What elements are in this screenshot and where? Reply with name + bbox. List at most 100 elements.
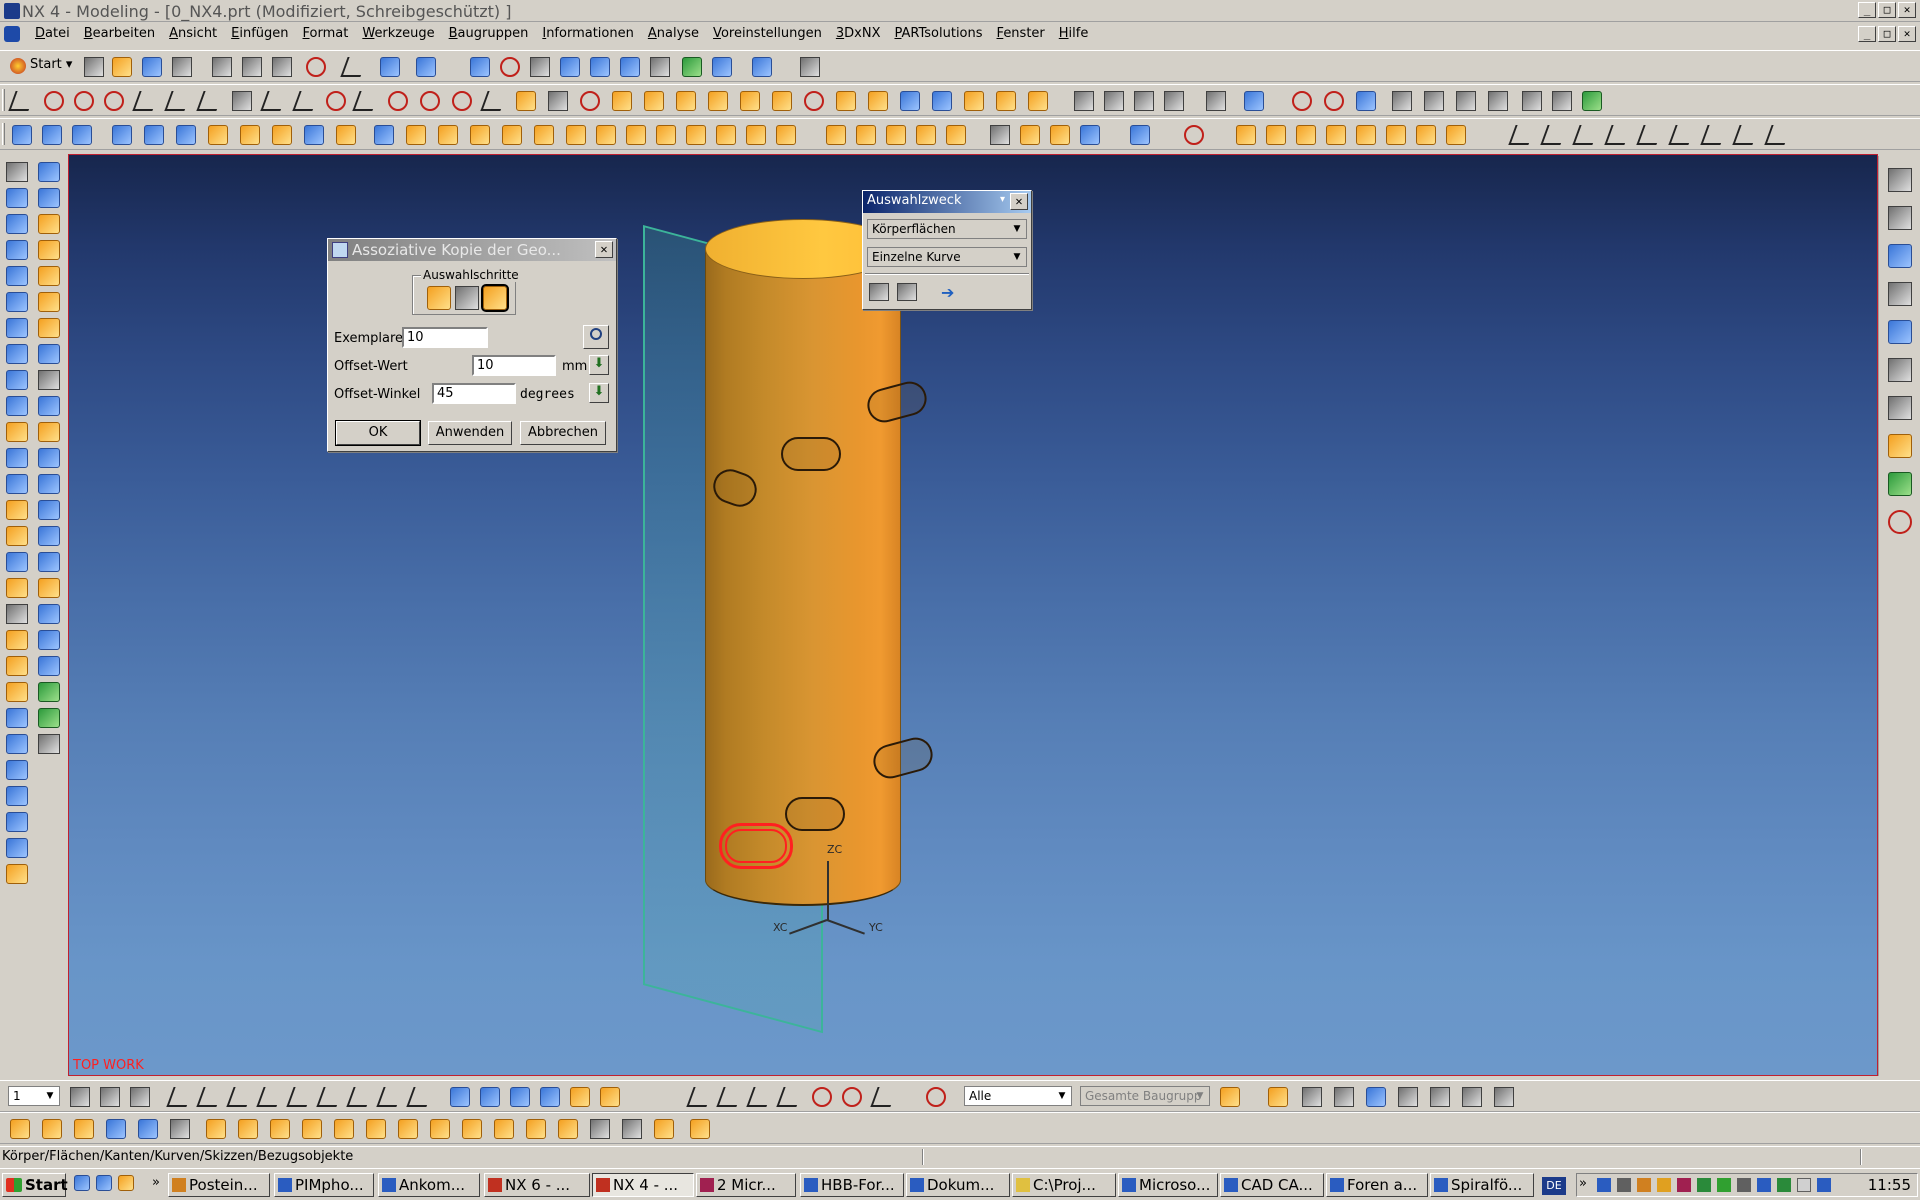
- sphere-icon[interactable]: [6, 864, 28, 884]
- trimmed-sheet-icon[interactable]: [502, 125, 522, 145]
- assembly-4-icon[interactable]: [106, 1119, 126, 1139]
- task-button[interactable]: Foren a...: [1326, 1173, 1428, 1197]
- wcs-display-icon[interactable]: [376, 1087, 404, 1107]
- type-filter-select[interactable]: Alle ▼: [964, 1086, 1072, 1106]
- rectangle-icon[interactable]: [352, 91, 380, 111]
- feature-6-icon[interactable]: [38, 292, 60, 312]
- selection-option-6-icon[interactable]: [1462, 1087, 1482, 1107]
- feature-19-icon[interactable]: [38, 630, 60, 650]
- hint-icon[interactable]: [1446, 125, 1466, 145]
- menu-datei[interactable]: Datei: [28, 26, 77, 41]
- stop-at-intersection-icon[interactable]: [869, 283, 889, 301]
- menu-informationen[interactable]: Informationen: [535, 26, 641, 41]
- task-button[interactable]: CAD CA...: [1220, 1173, 1324, 1197]
- visualization-tab-icon[interactable]: [1887, 510, 1912, 534]
- wcs-icon[interactable]: [712, 57, 732, 77]
- subtract-icon[interactable]: [6, 682, 28, 702]
- snap-midpoint-icon[interactable]: [716, 1087, 744, 1107]
- quilt-icon[interactable]: [470, 125, 490, 145]
- selection-option-5-icon[interactable]: [1430, 1087, 1450, 1107]
- section-view-icon[interactable]: [1456, 91, 1476, 111]
- circle-icon[interactable]: [74, 91, 94, 111]
- sheet-metal-icon[interactable]: [916, 125, 936, 145]
- swept-icon[interactable]: [208, 125, 228, 145]
- spreadsheet-icon[interactable]: [1080, 125, 1100, 145]
- assembly-19-icon[interactable]: [590, 1119, 610, 1139]
- offset-wert-options-button[interactable]: ⬇: [589, 355, 609, 375]
- expression-link-icon[interactable]: [1050, 125, 1070, 145]
- curve-rule-select[interactable]: Einzelne Kurve ▼: [867, 247, 1027, 267]
- doc-restore-button[interactable]: □: [1878, 26, 1896, 42]
- exemplare-input[interactable]: 10: [402, 327, 488, 348]
- assembly-8-icon[interactable]: [238, 1119, 258, 1139]
- offset-winkel-options-button[interactable]: ⬇: [589, 383, 609, 403]
- trim-body-icon[interactable]: [6, 604, 28, 624]
- feature-14-icon[interactable]: [38, 500, 60, 520]
- arrow-right-icon[interactable]: ➔: [941, 283, 954, 302]
- layer-move-icon[interactable]: [100, 1087, 120, 1107]
- assembly-15-icon[interactable]: [462, 1119, 482, 1139]
- assembly-10-icon[interactable]: [302, 1119, 322, 1139]
- task-button[interactable]: Dokum...: [906, 1173, 1010, 1197]
- face-rule-select[interactable]: Körperflächen ▼: [867, 219, 1027, 239]
- print-icon[interactable]: [172, 57, 192, 77]
- doc-close-button[interactable]: ✕: [1898, 26, 1916, 42]
- menu-einfuegen[interactable]: Einfügen: [224, 26, 295, 41]
- measure-distance-icon[interactable]: [1074, 91, 1094, 111]
- cable-icon[interactable]: [946, 125, 966, 145]
- tool-3-icon[interactable]: [1326, 125, 1346, 145]
- open-folder-icon[interactable]: [112, 57, 132, 77]
- feature-10-icon[interactable]: [38, 396, 60, 416]
- transition-icon[interactable]: [336, 125, 356, 145]
- polygon-icon[interactable]: [388, 91, 408, 111]
- feature-17-icon[interactable]: [38, 578, 60, 598]
- midsurface-icon[interactable]: [626, 125, 646, 145]
- draft-icon[interactable]: [6, 578, 28, 598]
- tool-1-icon[interactable]: [1266, 125, 1286, 145]
- line-icon[interactable]: [8, 91, 36, 111]
- step-point-icon[interactable]: [481, 284, 509, 312]
- sweep-feature-icon[interactable]: [6, 266, 28, 286]
- mirror-body-icon[interactable]: [6, 760, 28, 780]
- task-button[interactable]: PIMpho...: [274, 1173, 374, 1197]
- cycle-icon[interactable]: [1184, 125, 1204, 145]
- tube-feature-icon[interactable]: [6, 292, 28, 312]
- hole-icon[interactable]: [6, 318, 28, 338]
- assembly-2-icon[interactable]: [42, 1119, 62, 1139]
- slot-icon[interactable]: [6, 422, 28, 442]
- tray-shield-icon[interactable]: [1777, 1178, 1791, 1192]
- task-button[interactable]: HBB-For...: [800, 1173, 904, 1197]
- assembly-1-icon[interactable]: [10, 1119, 30, 1139]
- feature-18-icon[interactable]: [38, 604, 60, 624]
- menu-voreinstellungen[interactable]: Voreinstellungen: [706, 26, 829, 41]
- work-layer-select[interactable]: 1 ▼: [8, 1086, 60, 1106]
- feature-22-icon[interactable]: [38, 708, 60, 728]
- menu-werkzeuge[interactable]: Werkzeuge: [355, 26, 441, 41]
- feature-1-icon[interactable]: [38, 162, 60, 182]
- roles-tab-icon[interactable]: [1887, 472, 1912, 496]
- assembly-22-icon[interactable]: [690, 1119, 710, 1139]
- undo-icon[interactable]: [340, 57, 368, 77]
- selection-option-3-icon[interactable]: [1366, 1087, 1386, 1107]
- follow-fillet-icon[interactable]: [897, 283, 917, 301]
- conic-icon[interactable]: [164, 91, 192, 111]
- tray-security-icon[interactable]: [1717, 1178, 1731, 1192]
- feature-13-icon[interactable]: [38, 474, 60, 494]
- cut-icon[interactable]: [212, 57, 232, 77]
- feature-4-icon[interactable]: [38, 240, 60, 260]
- helix-icon[interactable]: [548, 91, 568, 111]
- wcs-set-absolute-icon[interactable]: [286, 1087, 314, 1107]
- styled-corner-icon[interactable]: [776, 125, 796, 145]
- feature-5-icon[interactable]: [38, 266, 60, 286]
- pad-icon[interactable]: [6, 396, 28, 416]
- extension-icon[interactable]: [374, 125, 394, 145]
- sheet-icon[interactable]: [1392, 91, 1412, 111]
- chamfer-icon[interactable]: [6, 526, 28, 546]
- mirror-curve-icon[interactable]: [836, 91, 856, 111]
- system-materials-tab-icon[interactable]: [1887, 396, 1912, 420]
- wcs-save-icon[interactable]: [406, 1087, 434, 1107]
- point-icon[interactable]: [260, 91, 288, 111]
- rotate-icon[interactable]: [620, 57, 640, 77]
- transform-1-icon[interactable]: [450, 1087, 470, 1107]
- feature-21-icon[interactable]: [38, 682, 60, 702]
